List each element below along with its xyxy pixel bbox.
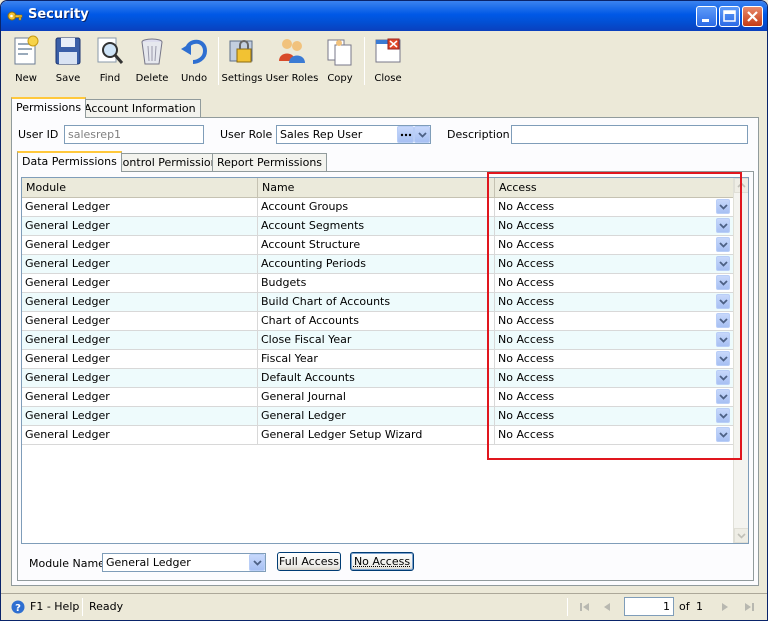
help-icon[interactable]: ? (11, 600, 25, 614)
next-page-icon[interactable] (717, 599, 733, 615)
module-cell[interactable]: General Ledger (22, 236, 258, 255)
tab-control-permissions[interactable]: Control Permissions (110, 153, 229, 172)
module-cell[interactable]: General Ledger (22, 293, 258, 312)
name-cell[interactable]: Account Groups (258, 198, 495, 217)
page-of-label: of (679, 600, 690, 613)
close-window-icon (375, 38, 401, 63)
user-id-label: User ID (18, 128, 59, 141)
module-cell[interactable]: General Ledger (22, 331, 258, 350)
new-record-icon (14, 35, 39, 65)
page-total: 1 (696, 600, 703, 613)
close-x-icon (747, 11, 758, 22)
close-button[interactable]: Close (367, 33, 409, 89)
description-field[interactable] (511, 125, 748, 144)
binoculars-icon (97, 37, 124, 64)
undo-arrow-icon (181, 39, 208, 64)
name-cell[interactable]: General Ledger Setup Wizard (258, 426, 495, 445)
no-access-button[interactable]: No Access (350, 552, 414, 571)
name-cell[interactable]: Account Structure (258, 236, 495, 255)
minimize-icon (702, 19, 709, 22)
last-page-icon[interactable] (741, 599, 757, 615)
user-roles-button[interactable]: User Roles (266, 33, 318, 89)
settings-button[interactable]: Settings (221, 33, 263, 89)
security-window: Security New Save Find Delete Undo Setti… (0, 0, 768, 621)
name-cell[interactable]: Default Accounts (258, 369, 495, 388)
copy-button[interactable]: Copy (319, 33, 361, 89)
module-cell[interactable]: General Ledger (22, 350, 258, 369)
module-cell[interactable]: General Ledger (22, 407, 258, 426)
page-number-field[interactable]: 1 (624, 597, 674, 616)
first-page-icon[interactable] (577, 599, 593, 615)
copy-icon (327, 39, 352, 66)
module-cell[interactable]: General Ledger (22, 426, 258, 445)
name-cell[interactable]: Build Chart of Accounts (258, 293, 495, 312)
module-cell[interactable]: General Ledger (22, 198, 258, 217)
module-name-value: General Ledger (106, 556, 191, 569)
module-name-dropdown-button[interactable] (249, 554, 265, 571)
status-separator (82, 598, 83, 616)
column-header-name[interactable]: Name (258, 178, 495, 198)
tab-permissions[interactable]: Permissions (11, 97, 87, 118)
module-cell[interactable]: General Ledger (22, 255, 258, 274)
close-label: Close (374, 73, 402, 84)
module-cell[interactable]: General Ledger (22, 274, 258, 293)
tab-account-information[interactable]: Account Information (79, 99, 201, 118)
close-window-button[interactable] (742, 6, 763, 27)
name-cell[interactable]: General Journal (258, 388, 495, 407)
trash-can-icon (141, 38, 163, 65)
user-roles-icon (279, 39, 305, 63)
full-access-button[interactable]: Full Access (277, 552, 341, 571)
user-role-lookup-button[interactable] (397, 126, 414, 143)
floppy-disk-icon (55, 37, 81, 65)
tab-report-permissions[interactable]: Report Permissions (212, 153, 328, 172)
maximize-button[interactable] (719, 6, 740, 27)
module-name-combo[interactable]: General Ledger (102, 553, 266, 572)
minimize-button[interactable] (696, 6, 717, 27)
settings-icon (229, 40, 253, 63)
svg-text:?: ? (15, 603, 21, 614)
tab-data-permissions[interactable]: Data Permissions (17, 151, 122, 172)
undo-button[interactable]: Undo (173, 33, 215, 89)
user-role-value: Sales Rep User (280, 128, 363, 141)
user-id-field[interactable]: salesrep1 (64, 125, 204, 144)
status-bar: ? F1 - Help Ready 1 of 1 (1, 593, 767, 620)
module-cell[interactable]: General Ledger (22, 312, 258, 331)
help-label[interactable]: F1 - Help (30, 600, 79, 613)
status-text: Ready (89, 600, 124, 613)
name-cell[interactable]: Fiscal Year (258, 350, 495, 369)
column-header-module[interactable]: Module (22, 178, 258, 198)
status-separator (567, 598, 568, 616)
user-role-label: User Role (220, 128, 273, 141)
ellipsis-icon (400, 133, 412, 137)
title-bar[interactable]: Security (1, 1, 767, 31)
module-cell[interactable]: General Ledger (22, 369, 258, 388)
chevron-down-icon (737, 533, 746, 539)
name-cell[interactable]: Chart of Accounts (258, 312, 495, 331)
module-name-label: Module Name (29, 557, 105, 570)
chevron-down-icon (418, 132, 427, 138)
scroll-down-button[interactable] (734, 528, 748, 543)
user-role-dropdown-button[interactable] (414, 126, 430, 143)
chevron-down-icon (253, 560, 262, 566)
name-cell[interactable]: Accounting Periods (258, 255, 495, 274)
window-title: Security (28, 7, 89, 22)
access-column-highlight (487, 172, 742, 460)
name-cell[interactable]: Close Fiscal Year (258, 331, 495, 350)
maximize-icon (723, 10, 736, 22)
previous-page-icon[interactable] (599, 599, 615, 615)
name-cell[interactable]: Budgets (258, 274, 495, 293)
module-cell[interactable]: General Ledger (22, 388, 258, 407)
toolbar: New Save Find Delete Undo Settings User … (5, 33, 765, 89)
key-icon (7, 11, 23, 21)
description-label: Description (447, 128, 510, 141)
name-cell[interactable]: Account Segments (258, 217, 495, 236)
module-cell[interactable]: General Ledger (22, 217, 258, 236)
name-cell[interactable]: General Ledger (258, 407, 495, 426)
